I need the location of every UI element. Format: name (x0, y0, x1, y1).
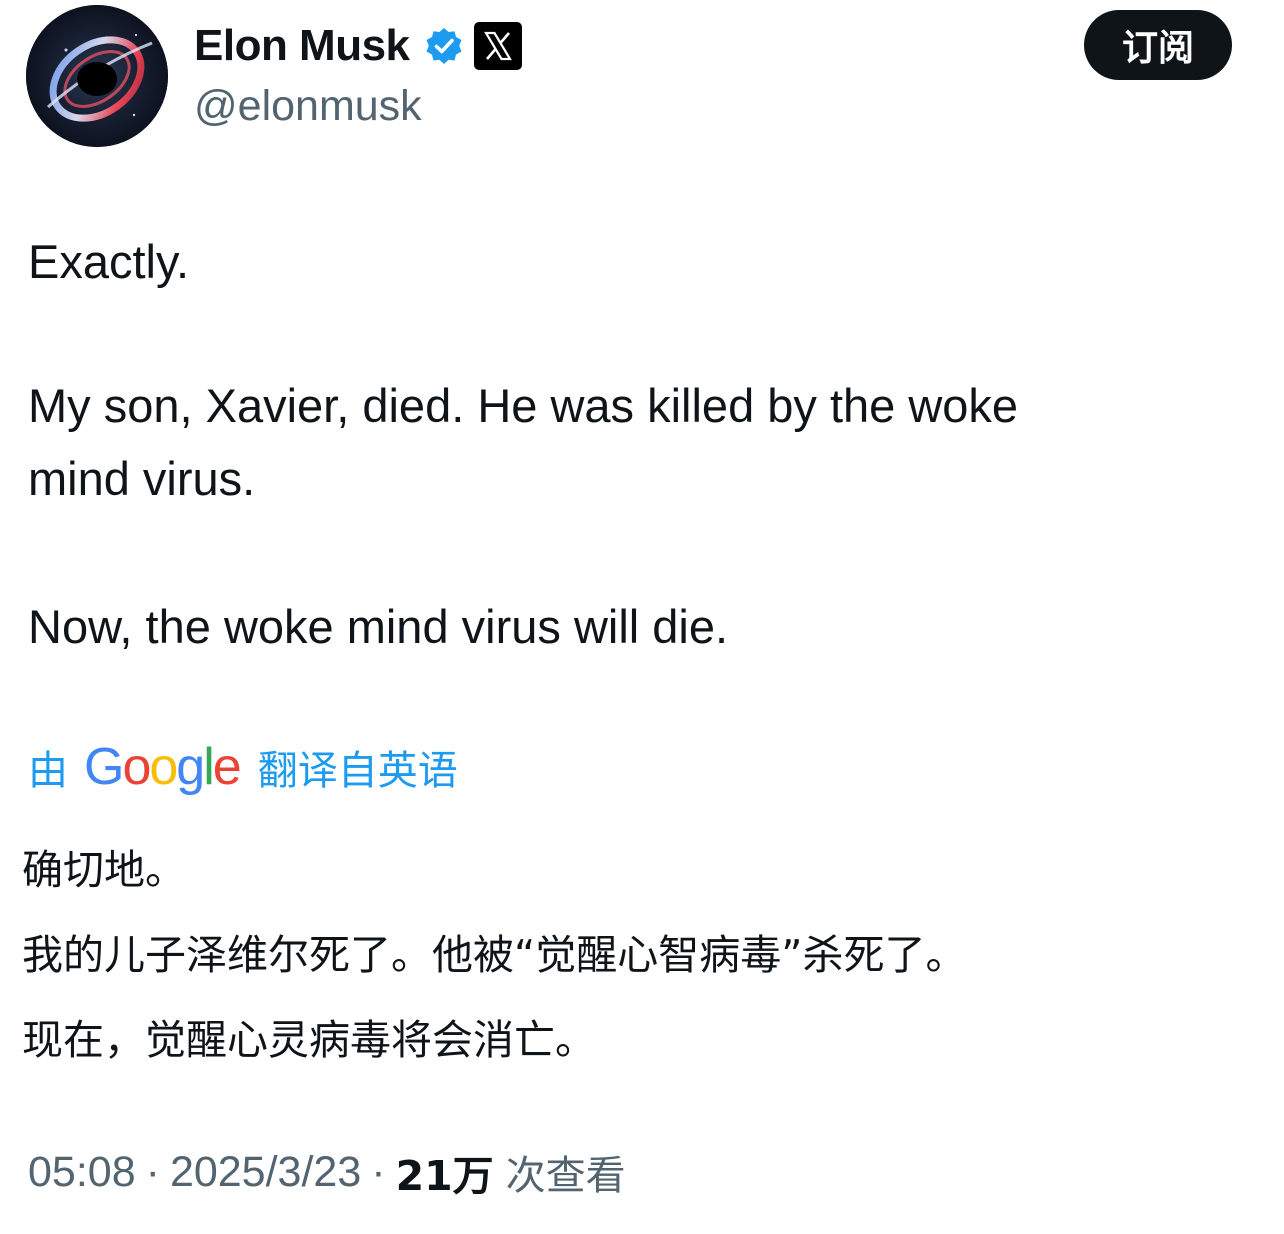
tweet-text-line: mind virus. (28, 452, 256, 505)
tweet-text-line: My son, Xavier, died. He was killed by t… (28, 379, 1019, 432)
author-display-name[interactable]: Elon Musk (194, 16, 410, 76)
tweet-time[interactable]: 05:08 (28, 1148, 136, 1197)
translation-attribution[interactable]: 由 Google 翻译自英语 (28, 732, 458, 802)
verified-badge-icon[interactable] (424, 26, 464, 66)
translated-text-line: 现在，觉醒心灵病毒将会消亡。 (22, 1016, 596, 1064)
meta-separator: · (371, 1147, 386, 1196)
view-count-label: 次查看 (505, 1153, 626, 1199)
black-hole-avatar-icon (26, 5, 168, 147)
x-logo-icon[interactable] (473, 22, 522, 70)
author-avatar[interactable] (26, 5, 168, 147)
translated-text-line: 确切地。 (22, 846, 186, 894)
view-count[interactable]: 21万 (396, 1142, 494, 1202)
tweet-meta: 05:08 · 2025/3/23 · 21万 次查看 (28, 1140, 626, 1204)
translated-text-line: 我的儿子泽维尔死了。他被“觉醒心智病毒”杀死了。 (22, 931, 967, 979)
tweet-date[interactable]: 2025/3/23 (170, 1148, 361, 1197)
author-handle[interactable]: @elonmusk (194, 78, 422, 134)
translation-prefix: 由 (28, 748, 68, 794)
tweet-text-line: Now, the woke mind virus will die. (28, 600, 729, 653)
tweet-text-line: Exactly. (28, 235, 190, 288)
meta-separator: · (145, 1147, 160, 1196)
subscribe-button[interactable]: 订阅 (1084, 10, 1232, 80)
translation-suffix: 翻译自英语 (257, 748, 458, 794)
google-logo-icon: Google (84, 738, 242, 796)
author-name-row: Elon Musk (194, 16, 522, 76)
